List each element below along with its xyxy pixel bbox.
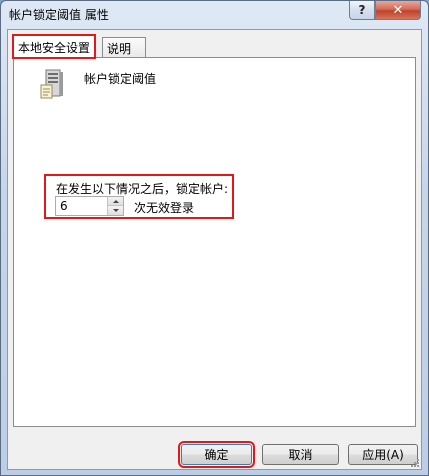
tab-local-security-setting[interactable]: 本地安全设置 [11,34,97,59]
dialog-client-area: 本地安全设置 说明 帐户锁定阈值 在发生以下情况之后，锁定帐户: 6 次无效登录… [7,29,422,470]
cancel-button[interactable]: 取消 [262,444,339,465]
spinner-up-button[interactable] [108,197,123,206]
tab-explain[interactable]: 说明 [102,37,146,57]
arrow-down-icon [112,209,119,212]
lockout-threshold-group: 在发生以下情况之后，锁定帐户: 6 次无效登录 [44,174,234,219]
lockout-threshold-input[interactable]: 6 [60,199,68,213]
policy-name: 帐户锁定阈值 [84,72,157,86]
lockout-suffix: 次无效登录 [134,201,195,215]
tab-label: 说明 [107,42,132,56]
tab-panel: 帐户锁定阈值 在发生以下情况之后，锁定帐户: 6 次无效登录 [13,57,416,427]
spinner-down-button[interactable] [108,206,123,215]
tab-label: 本地安全设置 [18,41,91,55]
lockout-threshold-spinner[interactable]: 6 [55,196,124,216]
help-icon: ? [358,3,366,17]
lockout-label: 在发生以下情况之后，锁定帐户: [56,182,229,196]
close-button[interactable]: ✕ [375,1,421,20]
title-bar[interactable]: 帐户锁定阈值 属性 ? ✕ [1,1,428,29]
properties-dialog: 帐户锁定阈值 属性 ? ✕ 本地安全设置 说明 帐户锁定阈值 在发生以下情况之后… [0,0,429,476]
spinner-arrows [107,197,123,215]
server-policy-icon [40,69,63,99]
close-icon: ✕ [392,2,404,18]
ok-button[interactable]: 确定 [178,441,255,468]
arrow-up-icon [112,199,119,203]
apply-button[interactable]: 应用(A) [348,444,418,465]
help-button[interactable]: ? [349,1,375,20]
resize-grip-icon[interactable] [410,458,420,468]
window-title: 帐户锁定阈值 属性 [9,8,109,22]
